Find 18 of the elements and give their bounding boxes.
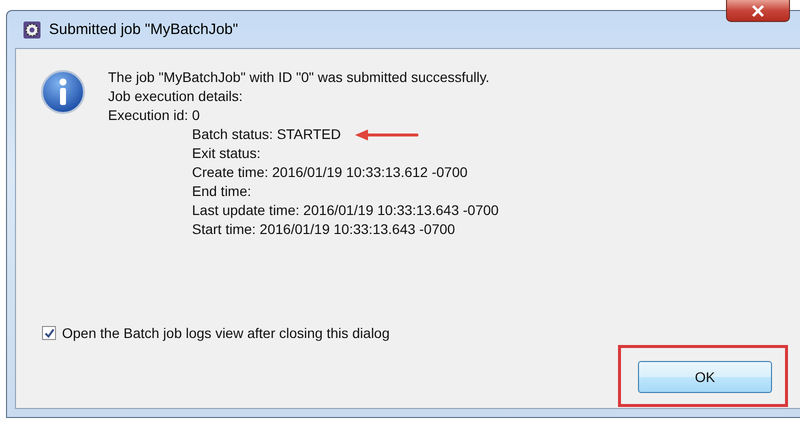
message-text: Job execution details: — [108, 87, 243, 106]
gear-icon — [23, 20, 41, 38]
message-text: Start time: 2016/01/19 10:33:13.643 -0700 — [192, 220, 456, 239]
message-text: Exit status: — [192, 144, 260, 163]
message-text: The job "MyBatchJob" with ID "0" was submitted successfully. — [108, 68, 490, 87]
info-icon — [40, 69, 86, 115]
ok-button[interactable]: OK — [638, 361, 772, 393]
window-title: Submitted job "MyBatchJob" — [49, 21, 238, 38]
close-icon — [751, 4, 765, 16]
close-button[interactable] — [726, 0, 790, 22]
logs-checkbox[interactable]: Open the Batch job logs view after closing this dialog — [16, 325, 390, 341]
check-icon — [44, 328, 54, 338]
message-text: Create time: 2016/01/19 10:33:13.612 -0700 — [192, 163, 468, 182]
message-text: Execution id: 0 — [108, 106, 200, 125]
message-text: Last update time: 2016/01/19 10:33:13.643 -0700 — [192, 201, 499, 220]
message-text: Batch status: STARTED — [192, 125, 341, 144]
arrow-icon — [354, 128, 419, 140]
message-text: End time: — [192, 182, 252, 201]
